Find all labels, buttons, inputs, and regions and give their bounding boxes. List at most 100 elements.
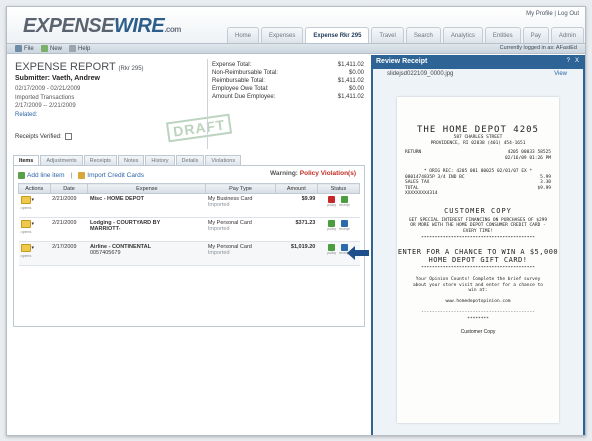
- document-icon[interactable]: [20, 244, 31, 252]
- tab-entities[interactable]: Entities: [484, 27, 521, 43]
- login-info: Currently logged in as: AFastEd: [499, 45, 577, 51]
- main-tabs: Home Expenses Expense Rkr 295 Travel Sea…: [227, 27, 584, 43]
- row-status: policy receipt: [317, 217, 360, 242]
- policy-ok-icon[interactable]: [328, 220, 336, 227]
- divider: [207, 59, 208, 149]
- col-status[interactable]: Status: [316, 183, 361, 194]
- row-date: 2/21/2009: [50, 217, 88, 242]
- file-menu[interactable]: File: [15, 45, 34, 52]
- policy-ok-icon[interactable]: [328, 244, 336, 251]
- receipts-verified-checkbox[interactable]: [64, 133, 72, 140]
- receipt-url: www.homedepotopinion.com: [445, 298, 511, 304]
- user-links[interactable]: My Profile | Log Out: [526, 11, 579, 17]
- receipt-file-bar: slidejsd022109_0000.jpg View: [373, 69, 583, 79]
- file-icon: [15, 45, 22, 52]
- total-row: Reimbursable Total: $1,411.02: [212, 78, 364, 84]
- help-menu[interactable]: Help: [69, 45, 90, 52]
- row-actions[interactable]: ▾ opens: [18, 241, 51, 266]
- report-dates: 02/17/2009 - 02/21/2009: [15, 86, 81, 92]
- receipt-enter: ENTER FOR A CHANCE TO WIN A $5,000 HOME …: [397, 248, 559, 264]
- total-row: Employee Owe Total: $0.00: [212, 86, 364, 92]
- receipt-divider: ****************************************…: [421, 266, 535, 271]
- imported-label: Imported Transactions: [15, 94, 75, 101]
- receipt-date-row: 02/16/09 01:26 PM: [504, 155, 551, 161]
- row-date: 2/21/2009: [50, 193, 88, 218]
- close-button[interactable]: X: [575, 58, 579, 64]
- policy-warning: Warning: Policy Violation(s): [270, 170, 356, 177]
- help-icon: [69, 45, 76, 52]
- related-link[interactable]: Related:: [15, 111, 80, 120]
- row-date: 2/17/2009: [50, 241, 88, 266]
- row-paytype: My Business Card Imported: [205, 193, 276, 218]
- expense-table: Actions Date Expense Pay Type Amount Sta…: [18, 183, 361, 266]
- document-icon[interactable]: [20, 220, 31, 228]
- col-actions[interactable]: Actions: [18, 183, 51, 194]
- table-row[interactable]: ▾ opens 2/21/2009 Misc - HOME DEPOT My Bu…: [18, 193, 360, 218]
- row-paytype: My Personal Card Imported: [205, 241, 276, 266]
- table-row[interactable]: ▾ opens 2/21/2009 Lodging - COURTYARD BY M…: [18, 217, 360, 242]
- receipt-customer-copy: CUSTOMER COPY: [444, 206, 512, 215]
- row-paytype: My Personal Card Imported: [205, 217, 276, 242]
- receipt-icon[interactable]: [340, 196, 348, 203]
- tab-search[interactable]: Search: [405, 27, 441, 43]
- receipt-addr2: PROVIDENCE, RI 02838 (401) 454-1651: [430, 140, 526, 146]
- table-row[interactable]: ▾ opens 2/17/2009 Airline - CONTINENTAL 00…: [18, 241, 360, 266]
- import-credit-cards-button[interactable]: Import Credit Cards: [78, 172, 144, 179]
- view-link[interactable]: View: [554, 69, 567, 79]
- row-expense[interactable]: Airline - CONTINENTAL 0057405679: [87, 241, 206, 266]
- total-row: Expense Total: $1,411.02: [212, 62, 364, 68]
- receipt-stars: ********: [467, 317, 489, 322]
- col-amount[interactable]: Amount: [274, 183, 318, 194]
- receipts-verified: Receipts Verified:: [15, 133, 72, 140]
- help-button[interactable]: ?: [567, 58, 570, 64]
- row-expense[interactable]: Misc - HOME DEPOT: [87, 193, 206, 218]
- review-controls: ? X: [567, 58, 579, 64]
- imported-dates: 2/17/2009 -- 2/21/2009: [15, 103, 76, 109]
- row-amount: $9.99: [275, 193, 318, 218]
- new-menu[interactable]: New: [41, 45, 62, 52]
- total-row: Non-Reimbursable Total: $0.00: [212, 70, 364, 76]
- receipt-icon[interactable]: [340, 220, 348, 227]
- row-status: policy receipt: [317, 193, 360, 218]
- receipt-divider: ****************************************…: [421, 236, 535, 241]
- receipt-filename: slidejsd022109_0000.jpg: [387, 71, 454, 77]
- policy-violation-icon[interactable]: [328, 196, 336, 203]
- app-header: EXPENSEWIRE.com My Profile | Log Out Hom…: [7, 7, 585, 43]
- tab-admin[interactable]: Admin: [550, 27, 584, 43]
- caret-down-icon[interactable]: ▾: [32, 221, 35, 227]
- row-actions[interactable]: ▾ opens: [18, 217, 51, 242]
- row-amount: $1,019.20: [275, 241, 318, 266]
- logo: EXPENSEWIRE.com: [23, 15, 181, 37]
- tab-pay[interactable]: Pay: [522, 27, 549, 43]
- receipt-promo: GET SPECIAL INTEREST FINANCING ON PURCHA…: [408, 217, 548, 234]
- receipt-viewer[interactable]: THE HOME DEPOT 4205 587 CHARLES STREET P…: [373, 79, 583, 435]
- col-expense[interactable]: Expense: [87, 183, 207, 194]
- receipt-footer: Customer Copy: [460, 328, 496, 335]
- receipt-store: THE HOME DEPOT 4205: [417, 125, 539, 135]
- tab-travel[interactable]: Travel: [371, 27, 404, 43]
- receipt-divider: ----------------------------------------…: [421, 310, 535, 315]
- draft-stamp: DRAFT: [165, 113, 233, 143]
- caret-down-icon[interactable]: ▾: [32, 197, 35, 203]
- add-line-item-button[interactable]: Add line item: [18, 172, 65, 179]
- pointer-arrow-icon: [347, 246, 369, 260]
- col-paytype[interactable]: Pay Type: [205, 183, 276, 194]
- app-window: EXPENSEWIRE.com My Profile | Log Out Hom…: [6, 6, 586, 436]
- tab-home[interactable]: Home: [227, 27, 260, 43]
- action-bar: Add line item | Import Credit Cards Warn…: [18, 170, 360, 181]
- document-icon[interactable]: [20, 196, 31, 204]
- tab-expenses[interactable]: Expenses: [261, 27, 304, 43]
- card-icon: [78, 172, 86, 179]
- tab-analytics[interactable]: Analytics: [442, 27, 483, 43]
- row-actions[interactable]: ▾ opens: [18, 193, 51, 218]
- review-receipt-pane: Review Receipt ? X slidejsd022109_0000.j…: [371, 55, 585, 435]
- caret-down-icon[interactable]: ▾: [32, 245, 35, 251]
- plus-icon: [18, 172, 25, 179]
- tab-expense-report[interactable]: Expense Rkr 295: [305, 27, 370, 43]
- receipt-image: THE HOME DEPOT 4205 587 CHARLES STREET P…: [397, 97, 559, 423]
- col-date[interactable]: Date: [49, 183, 89, 194]
- total-row: Amount Due Employee: $1,411.02: [212, 94, 364, 100]
- row-expense[interactable]: Lodging - COURTYARD BY MARRIOTT-: [87, 217, 206, 242]
- receipt-survey: Your Opinion Counts! Complete the brief …: [412, 277, 544, 293]
- review-title: Review Receipt: [376, 58, 428, 65]
